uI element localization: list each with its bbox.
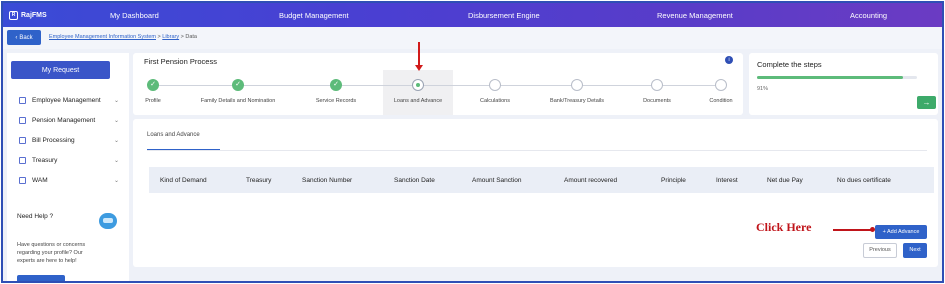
back-button[interactable]: ‹ Back	[7, 30, 41, 45]
breadcrumb-separator: >	[180, 34, 184, 40]
help-text: Have questions or concerns regarding you…	[17, 242, 86, 264]
step-label-bank: Bank/Treasury Details	[550, 98, 604, 104]
column-header: Amount recovered	[564, 177, 618, 184]
breadcrumb-item-data: Data	[185, 34, 197, 40]
tab-active-indicator	[147, 149, 220, 150]
step-service-check-icon[interactable]: ✓	[330, 79, 342, 91]
step-label-profile: Profile	[145, 98, 161, 104]
chevron-down-icon: ⌄	[113, 157, 119, 164]
column-header: Sanction Date	[394, 177, 435, 184]
sidebar-item-label: Bill Processing	[32, 136, 75, 144]
document-icon	[19, 116, 26, 124]
chevron-left-icon: ‹	[15, 34, 18, 41]
column-header: No dues certificate	[837, 177, 891, 184]
sidebar-item-label: WAM	[32, 176, 48, 184]
sidebar: My Request Employee Management ⌄ Pension…	[7, 53, 129, 281]
column-header: Interest	[716, 177, 738, 184]
nav-budget-management[interactable]: Budget Management	[279, 11, 349, 20]
document-icon	[19, 156, 26, 164]
process-card: First Pension Process i ✓ ✓ ✓ Profile Fa…	[133, 53, 743, 115]
active-step-highlight	[383, 70, 453, 115]
breadcrumb: Employee Management Information System >…	[49, 34, 197, 40]
process-title: First Pension Process	[144, 57, 217, 66]
sidebar-item-employee-management[interactable]: Employee Management ⌄	[19, 94, 119, 106]
app-frame: R RajFMS My Dashboard Budget Management …	[1, 1, 944, 283]
annotation-pointer-line	[833, 227, 875, 232]
top-navigation: R RajFMS My Dashboard Budget Management …	[3, 3, 942, 27]
table-header: Kind of Demand Treasury Sanction Number …	[149, 167, 934, 193]
chat-icon[interactable]	[99, 213, 117, 229]
nav-my-dashboard[interactable]: My Dashboard	[110, 11, 159, 20]
chevron-down-icon: ⌄	[113, 117, 119, 124]
annotation-down-arrow	[415, 42, 423, 71]
contact-us-button[interactable]	[17, 275, 65, 281]
chevron-down-icon: ⌄	[113, 137, 119, 144]
progress-text: 91%	[757, 86, 769, 92]
step-label-calculations: Calculations	[480, 98, 510, 104]
breadcrumb-item-library[interactable]: Library	[162, 34, 179, 40]
column-header: Sanction Number	[302, 177, 353, 184]
sidebar-item-bill-processing[interactable]: Bill Processing ⌄	[19, 134, 119, 146]
step-documents-icon[interactable]	[651, 79, 663, 91]
column-header: Net due Pay	[767, 177, 803, 184]
step-label-documents: Documents	[643, 98, 671, 104]
step-label-loans: Loans and Advance	[393, 98, 443, 104]
document-icon	[19, 136, 26, 144]
progress-fill	[757, 76, 903, 79]
step-condition-icon[interactable]	[715, 79, 727, 91]
logo-text: RajFMS	[21, 11, 47, 19]
sidebar-item-label: Employee Management	[32, 96, 101, 104]
progress-bar	[757, 76, 917, 79]
nav-disbursement-engine[interactable]: Disbursement Engine	[468, 11, 540, 20]
chevron-down-icon: ⌄	[113, 97, 119, 104]
sidebar-item-pension-management[interactable]: Pension Management ⌄	[19, 114, 119, 126]
previous-button[interactable]: Previous	[863, 243, 897, 258]
back-button-label: Back	[19, 34, 33, 41]
arrow-right-icon[interactable]: →	[917, 96, 936, 109]
column-header: Principle	[661, 177, 686, 184]
step-label-service: Service Records	[315, 98, 357, 104]
click-here-annotation: Click Here	[756, 220, 812, 234]
help-title: Need Help ?	[17, 213, 54, 220]
sidebar-item-treasury[interactable]: Treasury ⌄	[19, 154, 119, 166]
tab-loans-and-advance[interactable]: Loans and Advance	[147, 132, 200, 138]
nav-accounting[interactable]: Accounting	[850, 11, 887, 20]
breadcrumb-separator: >	[157, 34, 161, 40]
app-logo[interactable]: R RajFMS	[3, 10, 73, 20]
info-icon[interactable]: i	[725, 56, 733, 64]
step-label-condition: Condition	[709, 98, 733, 104]
logo-icon: R	[9, 10, 18, 20]
step-calculations-icon[interactable]	[489, 79, 501, 91]
column-header: Treasury	[246, 177, 272, 184]
document-icon	[19, 96, 26, 104]
sidebar-item-label: Pension Management	[32, 116, 96, 124]
step-bank-icon[interactable]	[571, 79, 583, 91]
column-header: Kind of Demand	[160, 177, 207, 184]
add-advance-button[interactable]: + Add Advance	[875, 225, 927, 239]
breadcrumb-bar: ‹ Back Employee Management Information S…	[3, 27, 942, 49]
next-button[interactable]: Next	[903, 243, 927, 258]
step-label-family: Family Details and Nomination	[200, 98, 276, 104]
complete-steps-card: Complete the steps 91% →	[749, 53, 938, 115]
tab-divider	[147, 150, 927, 151]
step-family-check-icon[interactable]: ✓	[232, 79, 244, 91]
step-loans-current-icon[interactable]	[412, 79, 424, 91]
sidebar-item-label: Treasury	[32, 156, 58, 164]
column-header: Amount Sanction	[472, 177, 522, 184]
loans-panel: Loans and Advance Kind of Demand Treasur…	[133, 119, 938, 267]
sidebar-item-wam[interactable]: WAM ⌄	[19, 174, 119, 186]
complete-title: Complete the steps	[757, 60, 822, 69]
nav-revenue-management[interactable]: Revenue Management	[657, 11, 733, 20]
chevron-down-icon: ⌄	[113, 177, 119, 184]
my-request-button[interactable]: My Request	[11, 61, 110, 79]
breadcrumb-item-emis[interactable]: Employee Management Information System	[49, 34, 156, 40]
document-icon	[19, 176, 26, 184]
step-profile-check-icon[interactable]: ✓	[147, 79, 159, 91]
